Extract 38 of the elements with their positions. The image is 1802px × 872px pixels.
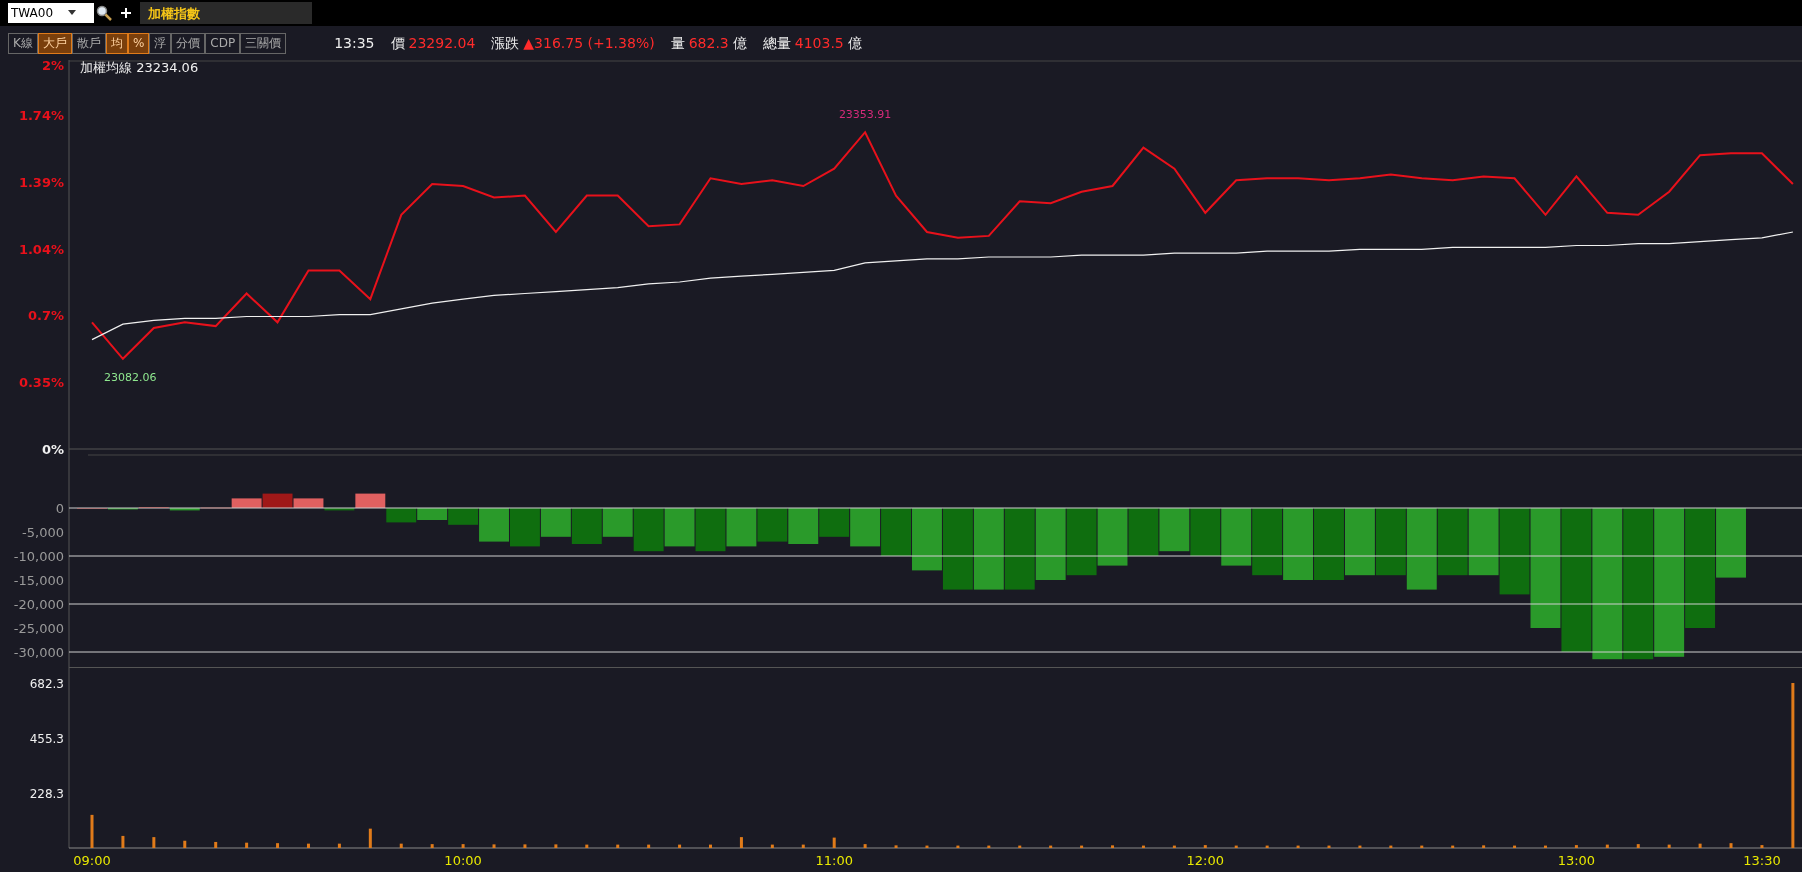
axis-label: 682.3 — [29, 677, 64, 691]
axis-label: 228.3 — [29, 786, 64, 801]
axis-label: 0.7% — [27, 307, 64, 323]
axis-label: 2% — [41, 60, 64, 73]
time-label: 13:30 — [1743, 853, 1781, 868]
high-price-label: 23353.91 — [838, 108, 892, 122]
axis-label: 1.39% — [18, 175, 64, 191]
axis-label: -20,000 — [13, 597, 64, 612]
axis-label: 0% — [41, 442, 64, 457]
axis-label: -25,000 — [13, 621, 64, 636]
time-label: 13:00 — [1557, 853, 1596, 868]
stat-value: 23292.04 — [408, 33, 476, 53]
axis-label: 1.04% — [18, 242, 64, 258]
time-text: 13:35 — [334, 33, 375, 53]
time-label: 12:00 — [1186, 853, 1225, 868]
stat-label: 價 — [390, 33, 405, 53]
stat-unit: 億 — [847, 33, 862, 53]
time-label: 11:00 — [815, 853, 853, 868]
stat-label: 量 — [670, 33, 685, 53]
stat-label: 總量 — [762, 33, 791, 53]
low-price-label: 23082.06 — [103, 370, 157, 384]
stat-label: 漲跌 — [491, 33, 520, 53]
axis-label: -10,000 — [13, 549, 64, 564]
stat-value: 4103.5 — [794, 33, 844, 53]
axis-label: 0.35% — [18, 374, 64, 390]
axis-label: -30,000 — [13, 645, 64, 660]
time-label: 09:00 — [73, 853, 111, 868]
stat-value: 682.3 — [688, 33, 729, 53]
axis-label: -15,000 — [13, 573, 64, 588]
axis-label: -5,000 — [22, 525, 64, 540]
axis-label: 0 — [55, 501, 64, 516]
axis-label: 1.74% — [18, 107, 64, 123]
index-title: 加權指數 — [140, 2, 312, 24]
stat-value: ▲316.75 (+1.38%) — [523, 33, 655, 53]
axis-label: 455.3 — [29, 731, 64, 746]
stat-unit: 億 — [732, 33, 747, 53]
time-label: 10:00 — [444, 853, 482, 868]
average-readout: 加權均線 23234.06 — [80, 60, 199, 75]
